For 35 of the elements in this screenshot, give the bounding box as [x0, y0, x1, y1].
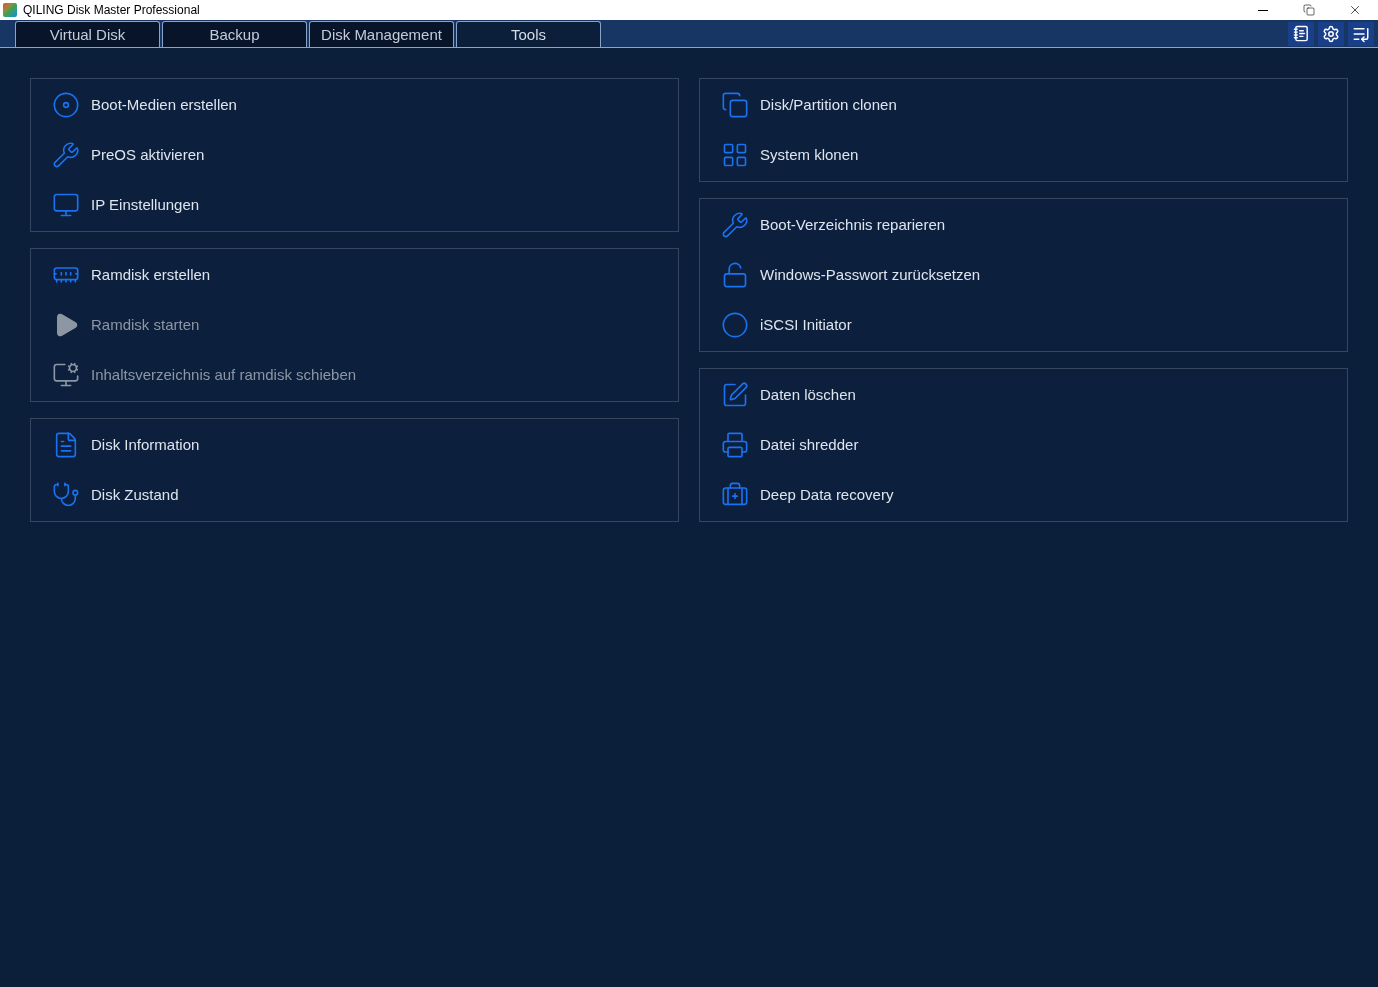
log-button[interactable] [1288, 21, 1314, 46]
minimize-icon [1258, 9, 1268, 11]
wrench-icon [721, 211, 749, 239]
copy-icon [721, 91, 749, 119]
tab[interactable]: Disk Management [309, 21, 454, 47]
tool-item[interactable]: Windows-Passwort zurücksetzen [700, 250, 1347, 300]
tool-item[interactable]: Daten löschen [700, 370, 1347, 420]
tool-item[interactable]: Disk Zustand [31, 470, 678, 520]
tool-item[interactable]: PreOS aktivieren [31, 130, 678, 180]
monitor-gear-icon [52, 361, 80, 389]
stethoscope-icon [52, 481, 80, 509]
edit-icon [721, 381, 749, 409]
tool-item[interactable]: Datei shredder [700, 420, 1347, 470]
tool-item[interactable]: iSCSI Initiator [700, 300, 1347, 350]
tool-item[interactable]: Deep Data recovery [700, 470, 1347, 520]
app-logo-icon [3, 3, 17, 17]
circle-icon [721, 311, 749, 339]
window-title: QILING Disk Master Professional [23, 2, 200, 19]
close-icon [1348, 3, 1362, 17]
disc-icon [52, 91, 80, 119]
tool-item[interactable]: Disk/Partition clonen [700, 80, 1347, 130]
settings-button[interactable] [1318, 21, 1344, 46]
monitor-icon [52, 191, 80, 219]
tab[interactable]: Virtual Disk [15, 21, 160, 47]
tool-item[interactable]: System klonen [700, 130, 1347, 180]
restore-icon [1303, 4, 1315, 16]
menu-button[interactable] [1348, 21, 1374, 46]
tool-item[interactable]: Ramdisk erstellen [31, 250, 678, 300]
tab[interactable]: Tools [456, 21, 601, 47]
tool-item[interactable]: Boot-Verzeichnis reparieren [700, 200, 1347, 250]
padlock-icon [721, 261, 749, 289]
tool-item[interactable]: Boot-Medien erstellen [31, 80, 678, 130]
tab[interactable]: Backup [162, 21, 307, 47]
tool-item[interactable]: Disk Information [31, 420, 678, 470]
tool-item[interactable]: IP Einstellungen [31, 180, 678, 230]
